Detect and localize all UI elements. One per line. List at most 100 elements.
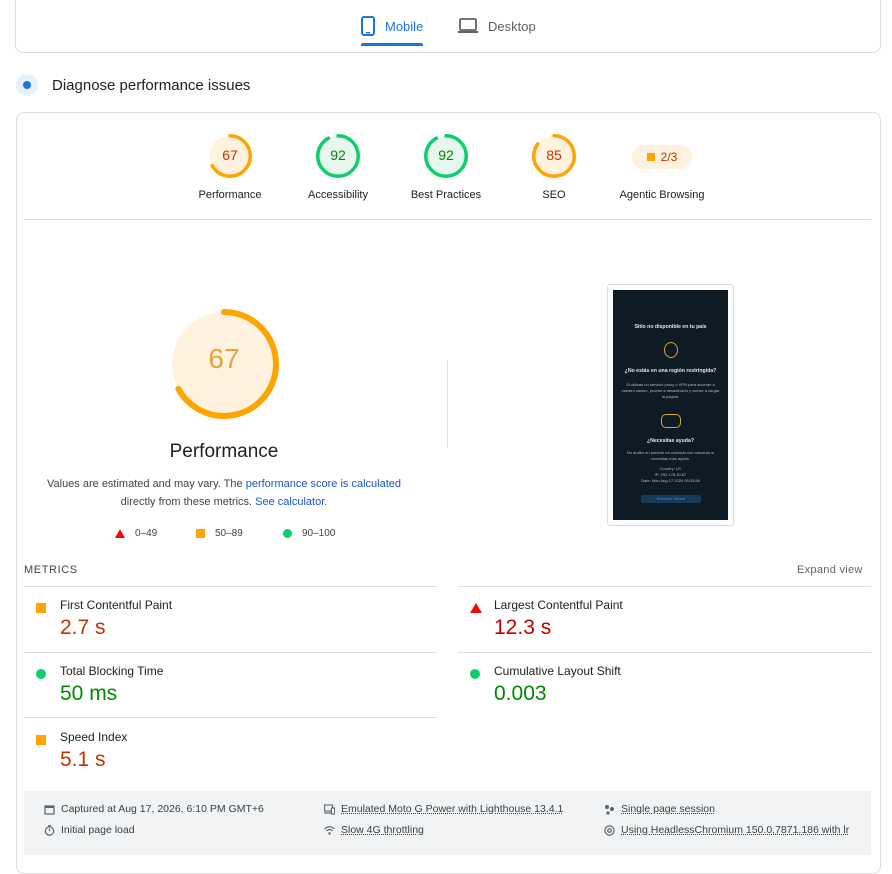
score-legend: 0–49 50–89 90–100 — [115, 528, 335, 539]
browser-version[interactable]: Using HeadlessChromium 150.0.7871.186 wi… — [604, 824, 849, 836]
gauge-accessibility[interactable]: 92 Accessibility — [284, 133, 392, 201]
page-session[interactable]: Single page session — [604, 803, 715, 815]
calendar-icon — [44, 804, 55, 815]
network-throttling[interactable]: Slow 4G throttling — [324, 824, 424, 836]
agentic-value: 2/3 — [660, 150, 678, 164]
gauge-best-practices[interactable]: 92 Best Practices — [392, 133, 500, 201]
gauge-label: Accessibility — [308, 189, 368, 201]
final-screenshot[interactable]: Sitio no disponible en tu país ¿No estás… — [607, 284, 734, 526]
metric-rating-icon — [36, 669, 46, 679]
timer-icon — [44, 824, 55, 836]
captured-at: Captured at Aug 17, 2026, 6:10 PM GMT+6 — [44, 803, 264, 815]
note-middle: directly from these metrics. — [120, 496, 256, 508]
screenshot-date: Date: Mon Aug 17 2026 05:33:56 — [641, 478, 700, 483]
metric-divider — [24, 586, 437, 587]
performance-big-score: 67 — [208, 343, 240, 374]
metric-divider — [24, 717, 437, 718]
emulated-device-text: Emulated Moto G Power with Lighthouse 13… — [341, 803, 564, 815]
gauge-score: 67 — [222, 147, 238, 163]
metric-value: 12.3 s — [494, 616, 552, 639]
metric-divider — [458, 586, 871, 587]
chrome-icon — [604, 824, 615, 836]
screenshot-question-2: ¿Necesitas ayuda? — [647, 438, 694, 444]
legend-fail: 0–49 — [115, 528, 196, 539]
average-square-icon — [196, 529, 205, 538]
gauge-agentic-browsing[interactable]: 2/3 Agentic Browsing — [608, 133, 716, 201]
gauge-label: Best Practices — [410, 189, 482, 201]
tab-desktop[interactable]: Desktop — [458, 8, 536, 44]
metric-name: Speed Index — [60, 730, 128, 744]
metric-name: First Contentful Paint — [60, 598, 173, 612]
legend-average-label: 50–89 — [215, 528, 243, 539]
metrics-heading: METRICS — [24, 564, 78, 576]
metric-name: Largest Contentful Paint — [494, 598, 623, 612]
screenshot-button: Resolver Ahora! — [641, 495, 701, 503]
active-tab-indicator — [361, 43, 424, 46]
browser-version-text: Using HeadlessChromium 150.0.7871.186 wi… — [621, 824, 850, 836]
nodes-icon — [605, 804, 614, 815]
legend-average: 50–89 — [196, 528, 283, 539]
performance-note: Values are estimated and may vary. The p… — [44, 475, 404, 511]
metric-value: 5.1 s — [60, 748, 106, 771]
metric-rating-icon — [470, 603, 482, 613]
wifi-icon — [324, 825, 335, 835]
initial-page-load: Initial page load — [44, 824, 135, 836]
metric-name: Cumulative Layout Shift — [494, 664, 621, 678]
legend-pass-label: 90–100 — [302, 528, 336, 539]
metric-value: 50 ms — [60, 682, 118, 705]
see-calculator-link[interactable]: See calculator. — [255, 496, 327, 508]
location-pin-icon — [664, 342, 678, 358]
category-gauges: 67 Performance 92 Accessibility 92 Best … — [176, 133, 716, 203]
fail-triangle-icon — [115, 529, 125, 538]
metric-divider — [458, 652, 871, 653]
metric-rating-icon — [470, 669, 480, 679]
metric-value: 0.003 — [494, 682, 547, 705]
gauge-label: SEO — [542, 189, 566, 201]
expand-view-toggle[interactable]: Expand view — [797, 564, 863, 576]
gamepad-icon — [661, 414, 681, 428]
gauge-label: Agentic Browsing — [619, 189, 705, 201]
laptop-icon — [458, 18, 478, 33]
legend-fail-label: 0–49 — [135, 528, 158, 539]
screenshot-question-1: ¿No estás en una región restringida? — [624, 368, 717, 374]
diagnose-title: Diagnose performance issues — [52, 76, 251, 94]
pass-circle-icon — [283, 529, 292, 538]
metric-rating-icon — [36, 735, 46, 745]
score-calculated-link[interactable]: performance score is calculated — [246, 478, 401, 490]
tab-mobile[interactable]: Mobile — [361, 8, 424, 46]
metric-name: Total Blocking Time — [60, 664, 164, 678]
initial-page-load-text: Initial page load — [61, 824, 135, 836]
metric-rating-icon — [36, 603, 46, 613]
emulated-device[interactable]: Emulated Moto G Power with Lighthouse 13… — [324, 803, 563, 815]
gauge-label: Performance — [198, 189, 262, 201]
device-icon — [324, 803, 335, 815]
vertical-divider — [447, 360, 448, 448]
divider — [24, 219, 871, 220]
device-tabs: Mobile Desktop — [0, 0, 892, 46]
gauge-seo[interactable]: 85 SEO — [500, 133, 608, 201]
gauge-performance[interactable]: 67 Performance — [176, 133, 284, 201]
gauge-score: 85 — [546, 147, 562, 163]
screenshot-title: Sitio no disponible en tu país — [634, 324, 707, 330]
agentic-pill: 2/3 — [632, 145, 692, 169]
gauge-score: 92 — [438, 147, 454, 163]
mobile-phone-icon — [361, 16, 375, 36]
screenshot-content: Sitio no disponible en tu país ¿No estás… — [613, 290, 728, 520]
diagnose-header: Diagnose performance issues — [16, 74, 250, 96]
screenshot-paragraph-1: Si utilizas un servicio proxy o VPN para… — [621, 382, 720, 399]
gauge-score: 92 — [330, 147, 346, 163]
runtime-settings: Captured at Aug 17, 2026, 6:10 PM GMT+6 … — [24, 791, 871, 855]
tab-desktop-label: Desktop — [488, 18, 536, 34]
average-square-icon — [646, 153, 655, 161]
network-throttling-text: Slow 4G throttling — [341, 824, 424, 836]
note-prefix: Values are estimated and may vary. The — [46, 478, 246, 490]
screenshot-details: Country: UY IP: 192.178.10.67 Date: Mon … — [613, 466, 728, 484]
captured-at-text: Captured at Aug 17, 2026, 6:10 PM GMT+6 — [61, 803, 264, 815]
legend-pass: 90–100 — [283, 528, 335, 539]
tab-mobile-label: Mobile — [385, 18, 424, 34]
metric-divider — [24, 652, 437, 653]
screenshot-paragraph-2: No dudes en ponerte en contacto con noso… — [626, 450, 715, 461]
metric-value: 2.7 s — [60, 616, 106, 639]
performance-title: Performance — [169, 441, 279, 462]
diagnose-icon — [16, 74, 38, 96]
